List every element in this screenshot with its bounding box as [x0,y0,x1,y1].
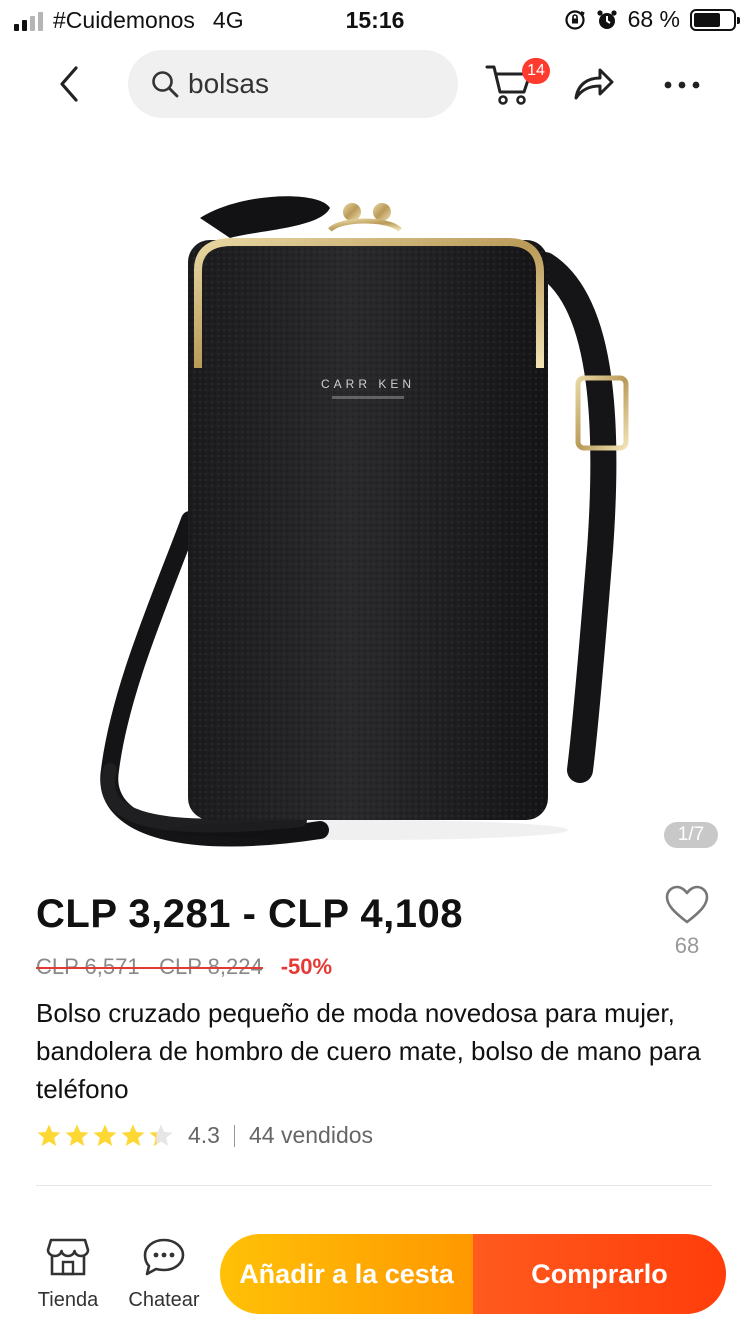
sold-count: 44 vendidos [248,1122,374,1148]
back-icon[interactable] [50,62,90,106]
product-price: CLP 3,281 - CLP 4,108 [36,892,464,936]
discount-badge: -50% [280,954,333,979]
wishlist-count: 68 [674,933,700,958]
buy-now-button[interactable]: Comprarlo [473,1234,726,1314]
alarm-icon [596,9,617,29]
store-icon [46,1238,90,1276]
star-icon [93,1124,117,1146]
bottom-action-bar: Tienda Chatear Añadir a la cesta Comprar… [0,1230,750,1330]
rating-row[interactable]: 4.3 44 vendidos [36,1122,373,1149]
bag-illustration: CARR KEN [100,196,629,847]
rating-value: 4.3 [188,1122,220,1148]
original-price: CLP 6,571 - CLP 8,224 [36,954,263,979]
battery-icon [690,8,740,31]
star-icon [65,1124,89,1146]
purchase-buttons: Añadir a la cesta Comprarlo [220,1234,726,1314]
chat-button[interactable]: Chatear [124,1236,204,1312]
orientation-lock-icon [564,9,585,30]
top-nav: bolsas 14 [0,48,750,120]
star-icon [121,1124,145,1146]
brand-logo: CARR KEN [321,377,415,391]
heart-icon [665,885,709,924]
rating-stars [36,1123,174,1149]
add-to-cart-button[interactable]: Añadir a la cesta [220,1234,473,1314]
star-icon [149,1124,173,1146]
search-input[interactable]: bolsas [188,68,269,100]
more-icon[interactable] [660,70,704,100]
divider [233,1124,235,1147]
cart-count-badge: 14 [522,58,550,84]
separator [36,1185,712,1186]
old-price-row: CLP 6,571 - CLP 8,224 -50% [36,954,332,980]
search-box[interactable]: bolsas [128,50,458,118]
image-counter: 1/7 [664,822,718,848]
store-label: Tienda [37,1289,99,1311]
search-icon [152,71,179,98]
status-bar: #Cuidemonos 4G 15:16 68 % [0,0,750,42]
wishlist-button[interactable]: 68 [660,884,714,959]
product-image[interactable]: CARR KEN [0,130,750,880]
star-icon [37,1124,61,1146]
product-title: Bolso cruzado pequeño de moda novedosa p… [36,998,701,1104]
status-right: 68 % [564,6,740,33]
chat-icon [143,1238,185,1276]
battery-percent: 68 % [627,6,680,32]
chat-label: Chatear [128,1289,200,1311]
share-icon[interactable] [572,64,616,104]
store-button[interactable]: Tienda [28,1236,108,1312]
